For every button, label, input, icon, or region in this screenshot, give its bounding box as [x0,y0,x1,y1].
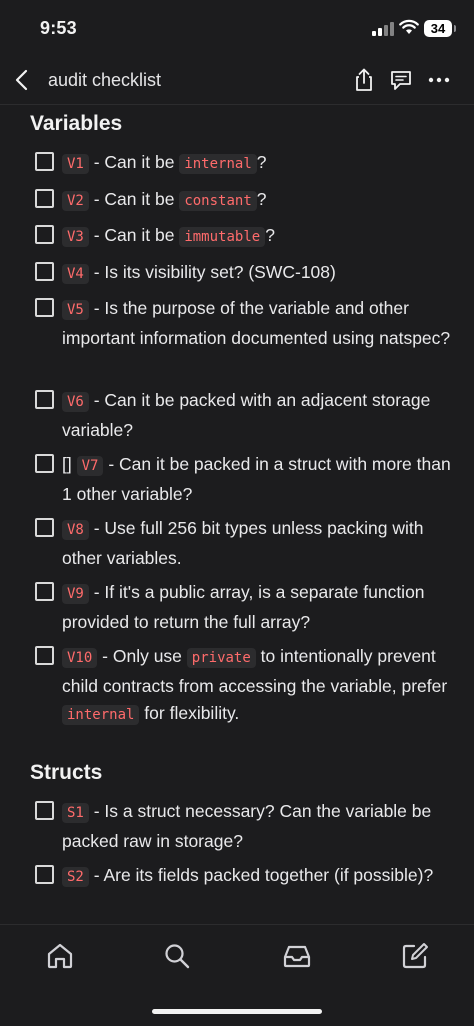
checkbox[interactable] [35,152,54,171]
inline-code: V10 [62,648,98,668]
checkbox[interactable] [35,646,54,665]
checklist-item-text: V1 - Can it be internal? [62,149,452,179]
inline-code: V6 [62,392,89,412]
checklist-item-text: V6 - Can it be packed with an adjacent s… [62,390,431,440]
inline-code: V9 [62,584,89,604]
comment-icon[interactable] [387,66,415,94]
home-indicator[interactable] [152,1009,322,1014]
inline-code: S2 [62,867,89,887]
checkbox[interactable] [35,454,54,473]
bottom-tab-bar [0,924,474,1026]
checkbox[interactable] [35,390,54,409]
checkbox[interactable] [35,225,54,244]
checklist-item-text: V5 - Is the purpose of the variable and … [62,298,451,348]
status-bar: 9:53 34 [0,0,474,58]
inline-code: V7 [76,456,104,476]
checkbox[interactable] [35,865,54,884]
inline-code: private [186,648,256,668]
checkbox[interactable] [35,518,54,537]
wifi-icon [399,19,419,34]
inline-code: V5 [62,300,89,320]
checklist-item-text: S2 - Are its fields packed together (if … [62,862,452,892]
search-icon[interactable] [162,941,192,971]
inline-code: V4 [62,264,89,284]
home-icon[interactable] [45,941,75,971]
page-title: audit checklist [48,70,162,90]
share-icon[interactable] [350,66,378,94]
checkbox[interactable] [35,189,54,208]
inline-code: S1 [62,803,89,823]
checklist-item-text: V10 - Only use private to intentionally … [62,646,448,725]
inline-code: immutable [179,227,266,247]
cellular-signal-icon [372,22,394,36]
inbox-icon[interactable] [282,941,312,971]
inline-code: V1 [62,154,89,174]
inline-code: internal [62,705,140,725]
battery-indicator: 34 [424,20,456,37]
checkbox[interactable] [35,298,54,317]
checklist-item-text: [] V7 - Can it be packed in a struct wit… [62,454,451,504]
checklist-item-text: V3 - Can it be immutable? [62,222,452,252]
inline-code: constant [179,191,257,211]
inline-code: V8 [62,520,89,540]
checklist-item-text: V8 - Use full 256 bit types unless packi… [62,518,424,568]
inline-code: V3 [62,227,89,247]
section-heading-variables: Variables [30,112,123,135]
checklist-item-text: V9 - If it's a public array, is a separa… [62,582,425,632]
status-time: 9:53 [40,18,77,38]
section-heading-structs: Structs [30,761,103,784]
compose-icon[interactable] [400,941,430,971]
checkbox[interactable] [35,262,54,281]
inline-code: internal [179,154,257,174]
checkbox[interactable] [35,582,54,601]
note-content: Variables V1 - Can it be internal? V2 - … [0,104,474,924]
checklist-item-text: S1 - Is a struct necessary? Can the vari… [62,801,432,851]
inline-code: V2 [62,191,89,211]
checklist-item-text: V2 - Can it be constant? [62,186,452,216]
more-icon[interactable] [425,66,453,94]
nav-bar: audit checklist [0,58,474,105]
checkbox[interactable] [35,801,54,820]
back-chevron-icon[interactable] [10,66,36,94]
checklist-item-text: V4 - Is its visibility set? (SWC-108) [62,259,452,289]
